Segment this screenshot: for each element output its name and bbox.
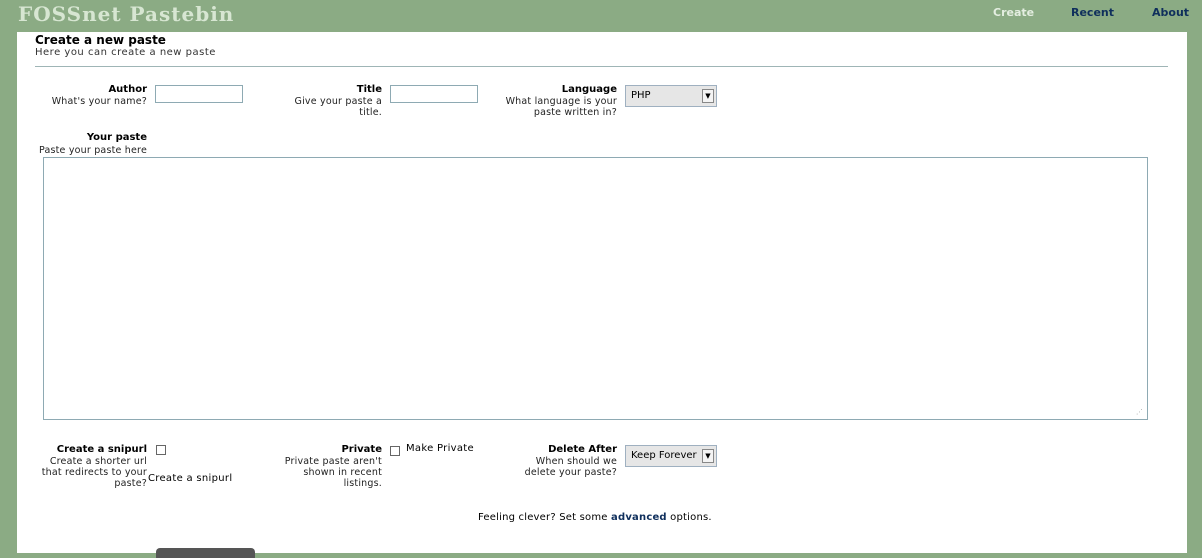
private-hint-line2: shown in recent bbox=[303, 467, 382, 478]
private-hint-line3: listings. bbox=[343, 478, 382, 489]
divider bbox=[35, 66, 1168, 67]
language-selected-value: PHP bbox=[631, 90, 651, 101]
snipurl-label: Create a snipurl bbox=[56, 444, 147, 455]
header-bar: FOSSnet Pastebin Create Recent About bbox=[0, 0, 1202, 32]
snipurl-checkbox[interactable] bbox=[156, 445, 166, 455]
dropdown-arrow-icon[interactable]: ▼ bbox=[702, 449, 714, 463]
paste-hint: Paste your paste here bbox=[38, 145, 147, 156]
snipurl-hint-line2: that redirects to your bbox=[41, 467, 147, 478]
page-title: Create a new paste bbox=[35, 33, 166, 47]
dropdown-arrow-icon[interactable]: ▼ bbox=[702, 89, 714, 103]
resize-grip-icon[interactable]: ⋰ bbox=[1136, 408, 1143, 416]
content-panel: Create a new paste Here you can create a… bbox=[17, 32, 1187, 558]
language-hint-line2: paste written in? bbox=[533, 107, 617, 118]
language-hint-line1: What language is your bbox=[505, 96, 617, 107]
advanced-suffix: options. bbox=[666, 512, 712, 523]
private-checkbox[interactable] bbox=[390, 446, 400, 456]
delete-after-hint-line2: delete your paste? bbox=[524, 467, 617, 478]
advanced-prefix: Feeling clever? Set some bbox=[478, 512, 612, 523]
title-hint-line1: Give your paste a bbox=[294, 96, 382, 107]
advanced-link[interactable]: advanced bbox=[611, 512, 667, 523]
site-logo[interactable]: FOSSnet Pastebin bbox=[18, 2, 234, 26]
nav-recent-link[interactable]: Recent bbox=[1071, 6, 1114, 19]
author-hint: What's your name? bbox=[51, 96, 147, 107]
delete-after-hint-line1: When should we bbox=[535, 456, 617, 467]
author-input[interactable] bbox=[155, 85, 243, 103]
paste-textarea[interactable]: ⋰ bbox=[43, 157, 1148, 420]
author-label: Author bbox=[108, 84, 147, 95]
title-hint-line2: title. bbox=[359, 107, 382, 118]
title-label: Title bbox=[356, 84, 382, 95]
nav-about-link[interactable]: About bbox=[1152, 6, 1189, 19]
private-label: Private bbox=[341, 444, 382, 455]
private-hint-line1: Private paste aren't bbox=[284, 456, 382, 467]
snipurl-checkbox-label[interactable]: Create a snipurl bbox=[148, 473, 232, 484]
delete-after-label: Delete After bbox=[548, 444, 617, 455]
page-subtitle: Here you can create a new paste bbox=[35, 47, 216, 58]
delete-after-select[interactable]: Keep Forever ▼ bbox=[625, 445, 717, 467]
language-label: Language bbox=[561, 84, 617, 95]
language-select[interactable]: PHP ▼ bbox=[625, 85, 717, 107]
paste-label: Your paste bbox=[86, 132, 147, 143]
delete-after-selected-value: Keep Forever bbox=[631, 450, 697, 461]
advanced-options-text: Feeling clever? Set some advanced option… bbox=[478, 512, 712, 523]
submit-button[interactable] bbox=[156, 548, 255, 558]
title-input[interactable] bbox=[390, 85, 478, 103]
private-checkbox-label[interactable]: Make Private bbox=[406, 443, 474, 454]
snipurl-hint-line1: Create a shorter url bbox=[49, 456, 147, 467]
nav-create-link[interactable]: Create bbox=[993, 6, 1034, 19]
snipurl-hint-line3: paste? bbox=[114, 478, 147, 489]
